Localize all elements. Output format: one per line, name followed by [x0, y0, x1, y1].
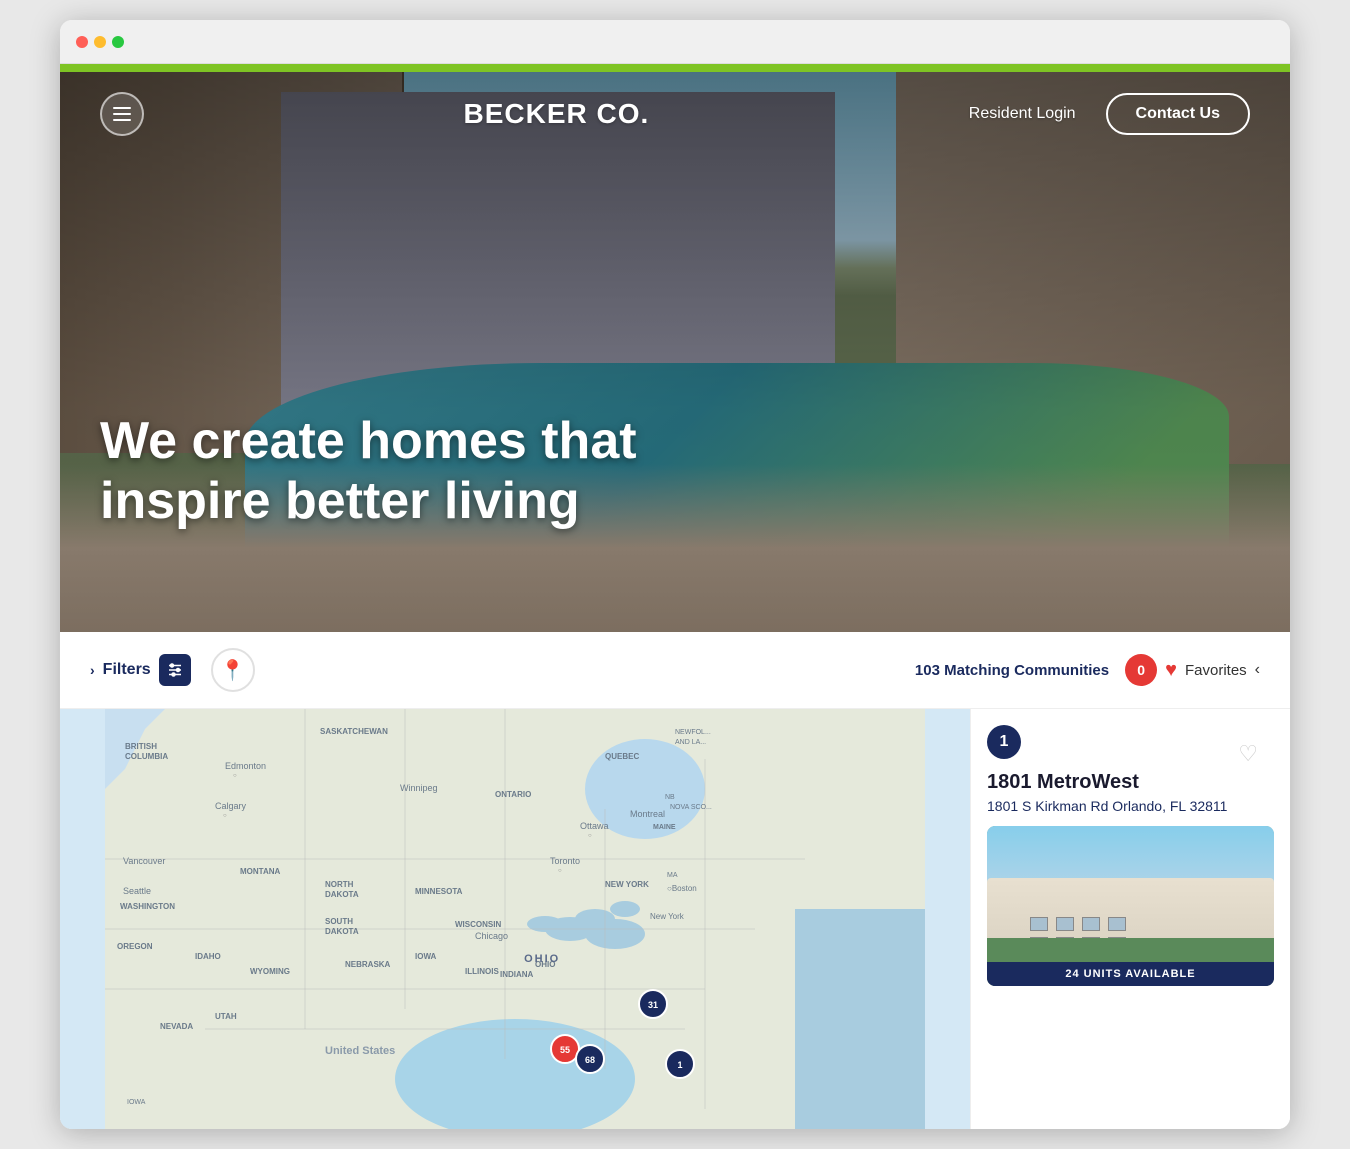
heart-icon: ♥: [1165, 659, 1177, 682]
ohio-label: OhIO: [524, 953, 560, 965]
filter-bar: › Filters 📍 103 Matching Communities 0: [60, 632, 1290, 709]
svg-text:○Boston: ○Boston: [667, 884, 697, 893]
listing-number: 1: [987, 725, 1021, 759]
listing-panel: 1 ♡ 1801 MetroWest 1801 S Kirkman Rd Orl…: [970, 709, 1290, 1129]
svg-text:Montreal: Montreal: [630, 809, 665, 819]
hamburger-button[interactable]: [100, 92, 144, 136]
svg-text:IOWA: IOWA: [415, 952, 437, 961]
svg-text:QUEBEC: QUEBEC: [605, 752, 639, 761]
svg-text:INDIANA: INDIANA: [500, 970, 534, 979]
hamburger-line-3: [113, 119, 131, 121]
svg-text:31: 31: [648, 1000, 658, 1010]
svg-text:68: 68: [585, 1055, 595, 1065]
svg-text:WASHINGTON: WASHINGTON: [120, 902, 175, 911]
main-content: BRITISH COLUMBIA Edmonton ○ SASKATCHEWAN…: [60, 709, 1290, 1129]
filter-settings-icon[interactable]: [159, 654, 191, 686]
contact-us-button[interactable]: Contact Us: [1106, 93, 1250, 135]
svg-text:SOUTH: SOUTH: [325, 917, 353, 926]
filter-label: Filters: [103, 661, 151, 679]
svg-text:Chicago: Chicago: [475, 931, 508, 941]
headline-line1: We create homes that: [100, 412, 637, 470]
svg-text:ONTARIO: ONTARIO: [495, 790, 531, 799]
svg-text:SASKATCHEWAN: SASKATCHEWAN: [320, 727, 388, 736]
svg-text:BRITISH: BRITISH: [125, 742, 157, 751]
svg-text:WYOMING: WYOMING: [250, 967, 290, 976]
svg-text:AND LA...: AND LA...: [675, 739, 706, 746]
svg-text:MAINE: MAINE: [653, 824, 676, 831]
chevron-right-icon: ›: [90, 662, 95, 678]
svg-text:1: 1: [677, 1060, 682, 1070]
hero-overlay: [60, 72, 1290, 632]
svg-text:○: ○: [588, 833, 592, 839]
svg-text:United States: United States: [325, 1045, 395, 1057]
listing-card: 1 ♡ 1801 MetroWest 1801 S Kirkman Rd Orl…: [987, 725, 1274, 986]
svg-text:NB: NB: [665, 794, 675, 801]
svg-text:NEBRASKA: NEBRASKA: [345, 960, 391, 969]
favorites-count: 0: [1125, 654, 1157, 686]
svg-text:IOWA: IOWA: [127, 1099, 146, 1106]
map-pin-icon: 📍: [220, 658, 245, 683]
svg-text:NEWFOL...: NEWFOL...: [675, 729, 711, 736]
filter-button[interactable]: › Filters: [90, 654, 191, 686]
svg-text:Winnipeg: Winnipeg: [400, 783, 438, 793]
hamburger-line-2: [113, 113, 131, 115]
hero-section: BECKER CO. Resident Login Contact Us We …: [60, 72, 1290, 632]
logo: BECKER CO.: [464, 98, 650, 130]
svg-text:NEVADA: NEVADA: [160, 1022, 193, 1031]
map-container[interactable]: BRITISH COLUMBIA Edmonton ○ SASKATCHEWAN…: [60, 709, 970, 1129]
svg-text:New York: New York: [650, 912, 685, 921]
listing-image: 24 UNITS AVAILABLE: [987, 826, 1274, 986]
svg-text:○: ○: [233, 773, 237, 779]
browser-dots: [76, 36, 124, 48]
svg-text:Vancouver: Vancouver: [123, 856, 165, 866]
svg-text:DAKOTA: DAKOTA: [325, 927, 359, 936]
listing-windows: [1030, 917, 1126, 931]
svg-text:COLUMBIA: COLUMBIA: [125, 752, 168, 761]
favorites-section: 0 ♥ Favorites ‹: [1125, 654, 1260, 686]
hero-headline: We create homes that inspire better livi…: [100, 412, 637, 532]
svg-text:Seattle: Seattle: [123, 886, 151, 896]
headline-line2: inspire better living: [100, 472, 580, 530]
browser-chrome: [60, 20, 1290, 64]
svg-text:Ottawa: Ottawa: [580, 821, 609, 831]
favorites-label[interactable]: Favorites: [1185, 662, 1247, 679]
map-svg: BRITISH COLUMBIA Edmonton ○ SASKATCHEWAN…: [60, 709, 970, 1129]
svg-text:NEW YORK: NEW YORK: [605, 880, 649, 889]
map-pin-button[interactable]: 📍: [211, 648, 255, 692]
svg-text:MONTANA: MONTANA: [240, 867, 281, 876]
units-available-badge: 24 UNITS AVAILABLE: [987, 962, 1274, 986]
svg-text:NOVA SCO...: NOVA SCO...: [670, 804, 712, 811]
svg-text:Toronto: Toronto: [550, 856, 580, 866]
minimize-dot[interactable]: [94, 36, 106, 48]
svg-text:Edmonton: Edmonton: [225, 761, 266, 771]
resident-login-link[interactable]: Resident Login: [969, 105, 1076, 123]
svg-text:ILLINOIS: ILLINOIS: [465, 967, 499, 976]
nav-right: Resident Login Contact Us: [969, 93, 1250, 135]
svg-text:MINNESOTA: MINNESOTA: [415, 887, 463, 896]
matching-count: 103 Matching Communities: [915, 662, 1109, 679]
browser-window: BECKER CO. Resident Login Contact Us We …: [60, 20, 1290, 1129]
main-nav: BECKER CO. Resident Login Contact Us: [60, 72, 1290, 156]
svg-text:○: ○: [223, 813, 227, 819]
svg-text:Calgary: Calgary: [215, 801, 247, 811]
svg-text:OREGON: OREGON: [117, 942, 153, 951]
svg-text:IDAHO: IDAHO: [195, 952, 221, 961]
hamburger-line-1: [113, 107, 131, 109]
listing-address: 1801 S Kirkman Rd Orlando, FL 32811: [987, 798, 1274, 814]
listing-favorite-button[interactable]: ♡: [1238, 741, 1258, 767]
svg-text:MA: MA: [667, 872, 678, 879]
svg-text:55: 55: [560, 1045, 570, 1055]
svg-text:DAKOTA: DAKOTA: [325, 890, 359, 899]
maximize-dot[interactable]: [112, 36, 124, 48]
close-dot[interactable]: [76, 36, 88, 48]
svg-text:○: ○: [558, 868, 562, 874]
search-right: 103 Matching Communities 0 ♥ Favorites ‹: [915, 654, 1260, 686]
svg-text:WISCONSIN: WISCONSIN: [455, 920, 501, 929]
svg-text:UTAH: UTAH: [215, 1012, 237, 1021]
green-accent-bar: [60, 64, 1290, 72]
listing-name[interactable]: 1801 MetroWest: [987, 771, 1274, 794]
chevron-left-icon[interactable]: ‹: [1255, 661, 1260, 679]
svg-text:NORTH: NORTH: [325, 880, 354, 889]
